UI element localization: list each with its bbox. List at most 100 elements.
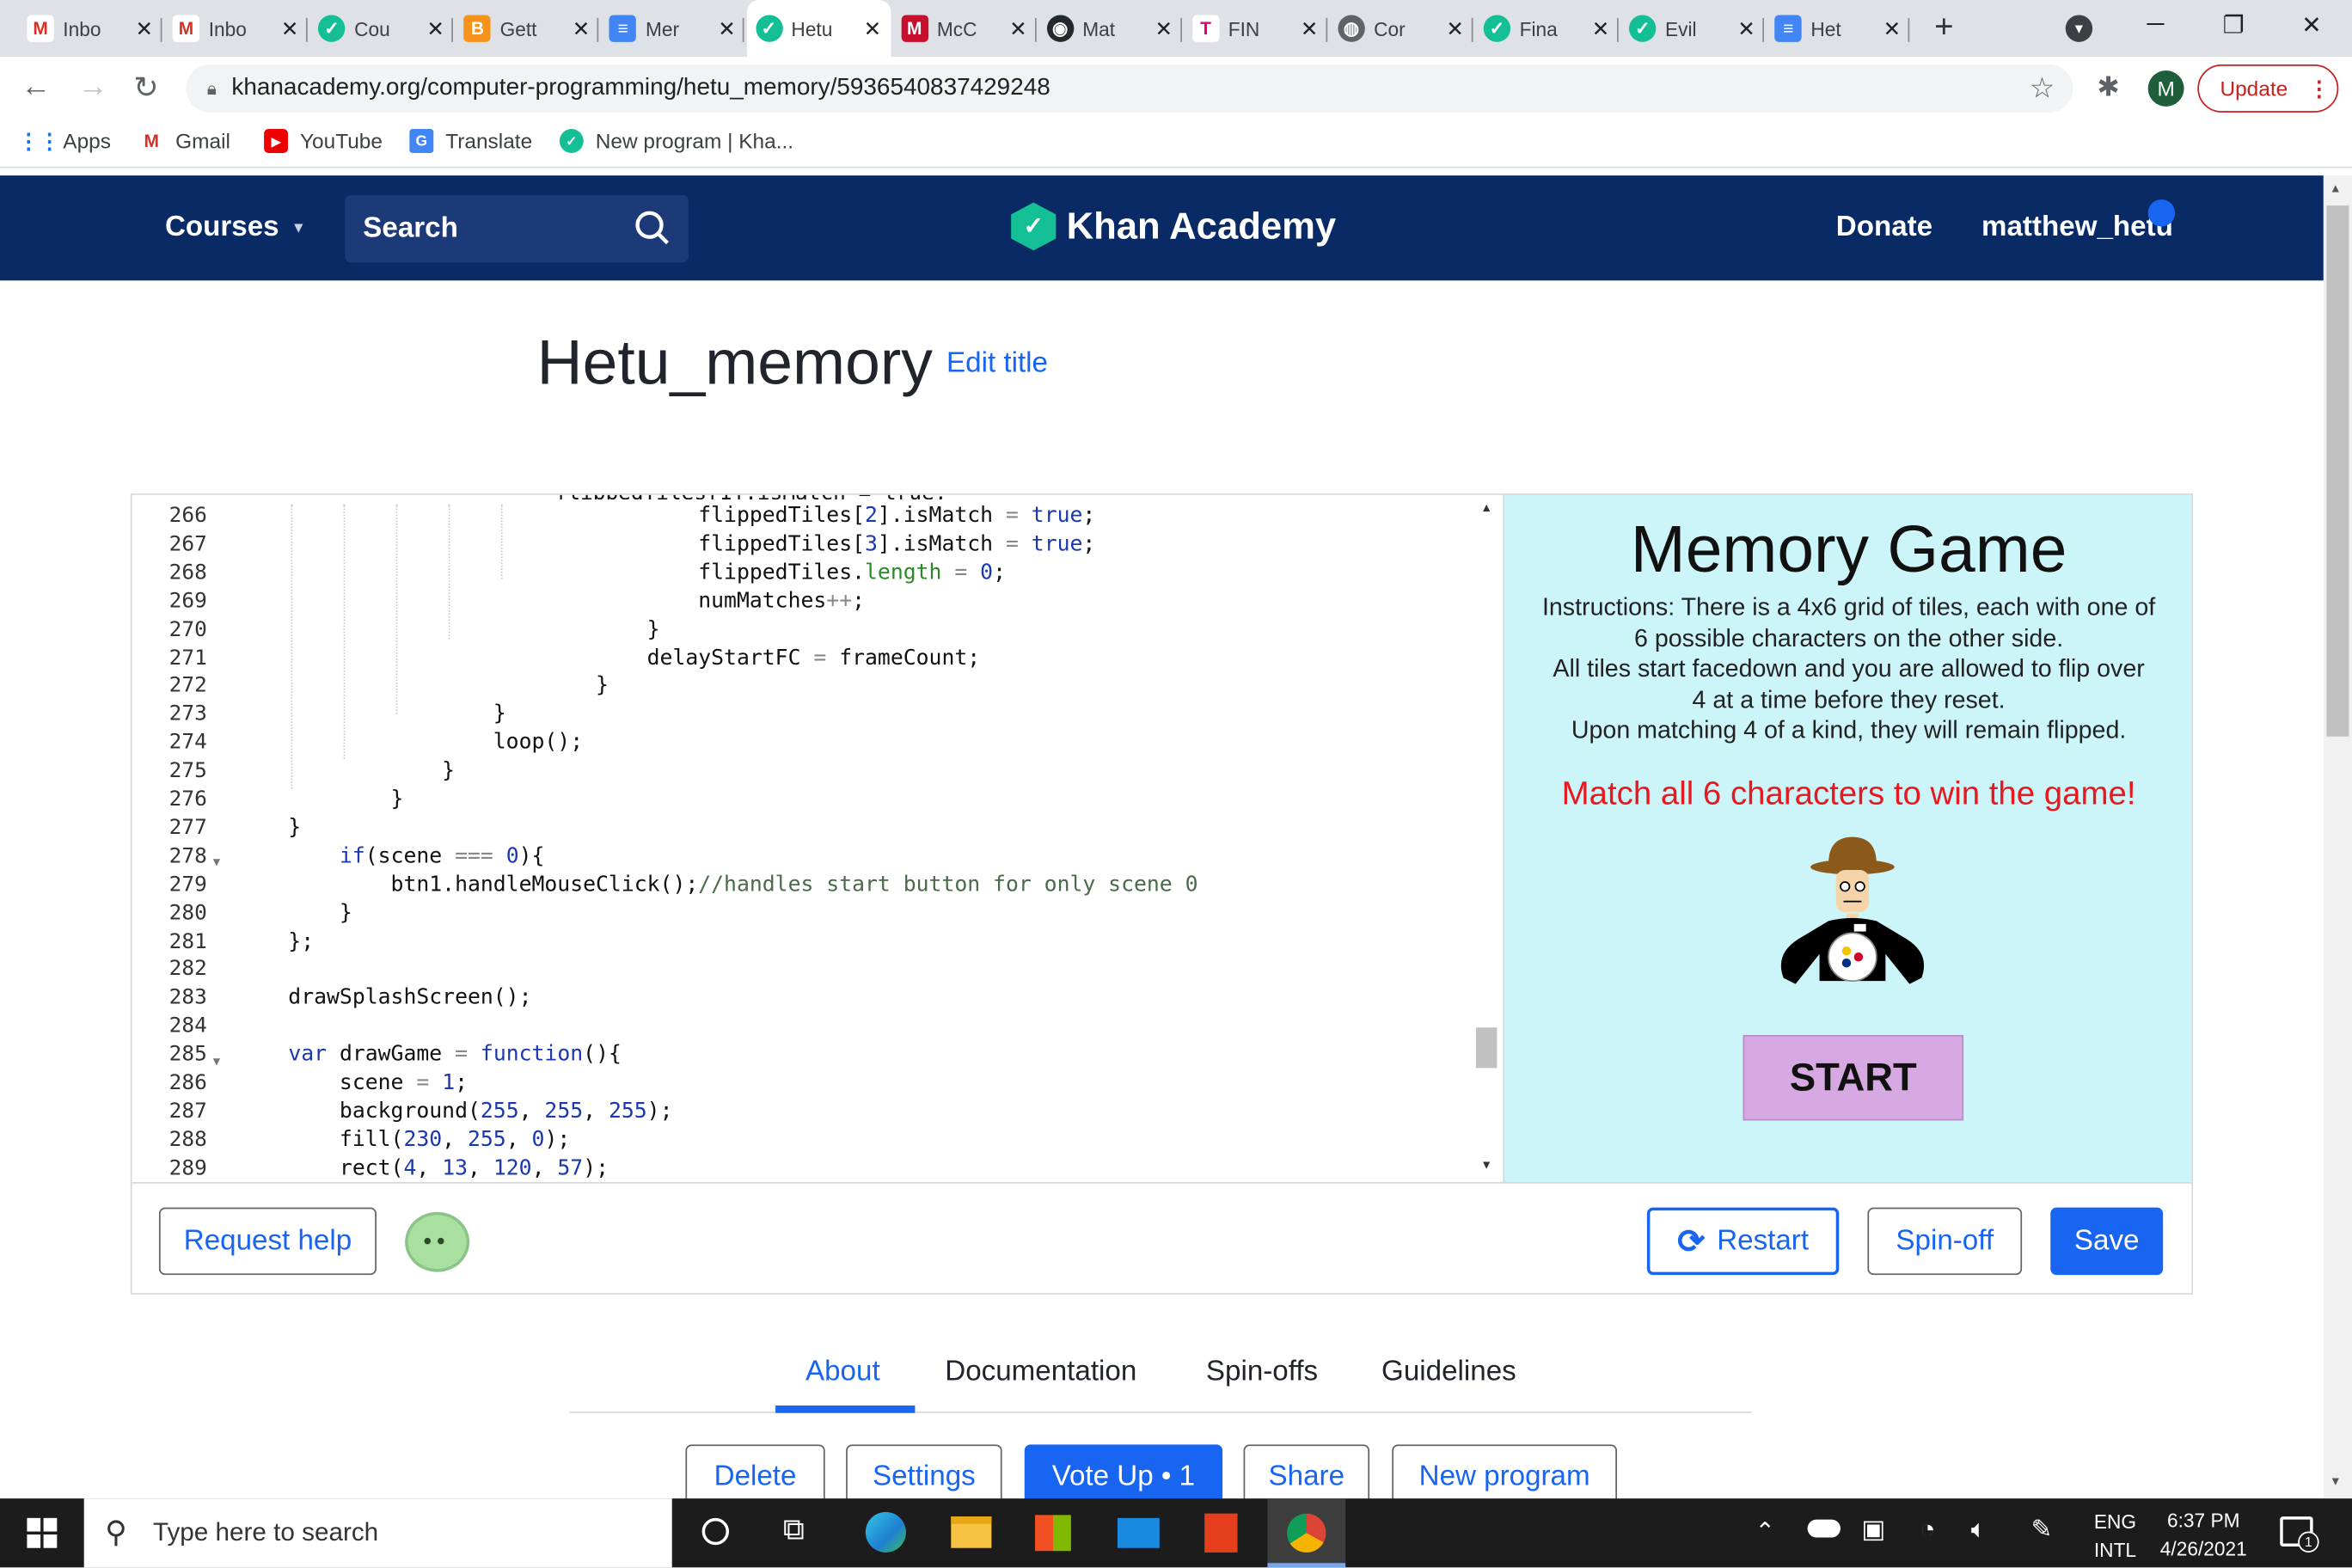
volume-icon[interactable]: 🔈︎ xyxy=(1971,1515,1987,1545)
bookmark-gmail[interactable]: M Gmail xyxy=(139,129,230,153)
code-line[interactable]: flippedTiles[2].isMatch = true; xyxy=(237,504,1095,528)
code-line[interactable]: flippedTiles[3].isMatch = true; xyxy=(237,532,1095,556)
code-line[interactable]: } xyxy=(237,674,609,698)
tab-search-icon[interactable]: ▼ xyxy=(2065,15,2093,42)
code-line[interactable]: if(scene === 0){ xyxy=(237,844,545,868)
close-tab-icon[interactable]: ✕ xyxy=(426,15,444,41)
new-tab-button[interactable]: + xyxy=(1926,8,1962,46)
address-bar[interactable]: 🔒︎ khanacademy.org/computer-programming/… xyxy=(186,64,2073,113)
close-tab-icon[interactable]: ✕ xyxy=(281,15,298,41)
close-tab-icon[interactable]: ✕ xyxy=(1301,15,1318,41)
code-line[interactable]: var drawGame = function(){ xyxy=(237,1043,622,1067)
network-status-icon[interactable]: ▣ xyxy=(1861,1515,1885,1545)
notification-center-icon[interactable]: 1 xyxy=(2280,1516,2319,1553)
scroll-down-icon[interactable]: ▼ xyxy=(2330,1474,2342,1488)
close-tab-icon[interactable]: ✕ xyxy=(1446,15,1463,41)
store-icon[interactable] xyxy=(1034,1515,1071,1552)
editor-scrollbar[interactable]: ▲ ▼ xyxy=(1473,494,1500,1182)
browser-tab[interactable]: ◍ Cor ✕ xyxy=(1329,6,1473,51)
tab-documentation[interactable]: Documentation xyxy=(945,1356,1136,1388)
fold-marker-285[interactable]: ▼ xyxy=(213,1055,220,1069)
editor-scroll-down-icon[interactable]: ▼ xyxy=(1480,1158,1492,1172)
profile-avatar[interactable]: M xyxy=(2147,70,2184,107)
minimize-button[interactable]: ─ xyxy=(2121,0,2190,51)
program-canvas[interactable]: Memory Game Instructions: There is a 4x6… xyxy=(1503,494,2192,1182)
close-tab-icon[interactable]: ✕ xyxy=(1009,15,1026,41)
edit-title-link[interactable]: Edit title xyxy=(946,348,1048,381)
close-tab-icon[interactable]: ✕ xyxy=(864,15,881,41)
browser-tab[interactable]: M Inbo ✕ xyxy=(163,6,308,51)
onedrive-icon[interactable] xyxy=(1807,1519,1841,1538)
browser-tab[interactable]: ◉ Mat ✕ xyxy=(1038,6,1182,51)
code-editor[interactable]: flippedTiles[1].isMatch = true; ▼ ▼ 266 … xyxy=(132,494,1504,1182)
tray-chevron-icon[interactable]: ⌃ xyxy=(1755,1516,1775,1547)
browser-tab[interactable]: M McC ✕ xyxy=(892,6,1037,51)
editor-scroll-thumb[interactable] xyxy=(1475,1027,1498,1069)
back-icon[interactable]: ← xyxy=(21,70,51,105)
code-line[interactable]: fill(230, 255, 0); xyxy=(237,1128,570,1152)
fold-marker-278[interactable]: ▼ xyxy=(213,855,220,869)
bookmark-new-program[interactable]: ✓ New program | Kha... xyxy=(559,129,793,153)
chrome-taskbar-button[interactable] xyxy=(1267,1498,1346,1568)
task-view-icon[interactable]: ⧉ xyxy=(783,1514,805,1548)
bookmark-star-icon[interactable]: ☆ xyxy=(2030,72,2055,107)
spinoff-button[interactable]: Spin-off xyxy=(1867,1207,2023,1276)
save-button[interactable]: Save xyxy=(2050,1207,2164,1276)
code-line[interactable]: } xyxy=(237,759,455,783)
pen-icon[interactable]: ✎ xyxy=(2031,1515,2053,1545)
khan-logo[interactable]: ✓ Khan Academy xyxy=(1011,202,1336,251)
browser-tab[interactable]: ≡ Mer ✕ xyxy=(601,6,745,51)
editor-scroll-up-icon[interactable]: ▲ xyxy=(1480,501,1492,515)
close-tab-icon[interactable]: ✕ xyxy=(1592,15,1609,41)
code-line[interactable]: flippedTiles.length = 0; xyxy=(237,560,1006,585)
code-line[interactable]: background(255, 255, 255); xyxy=(237,1099,673,1124)
wifi-icon[interactable]: ◔ xyxy=(1920,1515,1935,1545)
courses-menu[interactable]: Courses ▼ xyxy=(165,211,306,244)
request-help-button[interactable]: Request help xyxy=(158,1207,377,1276)
close-tab-icon[interactable]: ✕ xyxy=(136,15,153,41)
mail-icon[interactable] xyxy=(1117,1517,1160,1548)
bookmark-youtube[interactable]: ▶ YouTube xyxy=(264,129,383,153)
update-button[interactable]: Update ⋮ xyxy=(2197,64,2339,113)
forward-icon[interactable]: → xyxy=(78,70,108,105)
code-line[interactable]: loop(); xyxy=(237,731,583,755)
reload-icon[interactable]: ↻ xyxy=(133,69,158,107)
bookmark-translate[interactable]: G Translate xyxy=(409,129,532,153)
restore-button[interactable]: ❐ xyxy=(2199,0,2268,51)
avatar[interactable]: ● ● xyxy=(405,1211,470,1272)
cortana-icon[interactable] xyxy=(701,1517,730,1546)
close-tab-icon[interactable]: ✕ xyxy=(1737,15,1755,41)
restart-button[interactable]: ⟳ Restart xyxy=(1646,1207,1840,1276)
extensions-icon[interactable]: ✱ xyxy=(2097,72,2119,104)
file-explorer-icon[interactable] xyxy=(951,1516,992,1548)
close-tab-icon[interactable]: ✕ xyxy=(573,15,590,41)
clock[interactable]: 6:37 PM 4/26/2021 xyxy=(2157,1506,2250,1563)
close-tab-icon[interactable]: ✕ xyxy=(1883,15,1901,41)
browser-tab[interactable]: ✓ Fina ✕ xyxy=(1474,6,1619,51)
tab-about[interactable]: About xyxy=(805,1356,880,1388)
code-line[interactable]: scene = 1; xyxy=(237,1071,468,1095)
page-scrollbar[interactable]: ▲ ▼ xyxy=(2323,175,2352,1499)
code-line[interactable]: delayStartFC = frameCount; xyxy=(237,646,981,670)
search-input[interactable]: Search xyxy=(345,194,689,263)
browser-tab[interactable]: ✓ Evil ✕ xyxy=(1620,6,1765,51)
browser-tab[interactable]: B Gett ✕ xyxy=(455,6,599,51)
edge-icon[interactable] xyxy=(865,1511,906,1553)
code-line[interactable]: } xyxy=(237,702,506,726)
close-tab-icon[interactable]: ✕ xyxy=(718,15,735,41)
browser-tab[interactable]: T FIN ✕ xyxy=(1183,6,1327,51)
code-line[interactable]: } xyxy=(237,816,301,840)
code-line[interactable]: rect(4, 13, 120, 57); xyxy=(237,1156,609,1180)
page-scroll-thumb[interactable] xyxy=(2326,205,2349,737)
windows-start-icon[interactable] xyxy=(27,1517,58,1548)
code-line[interactable]: } xyxy=(237,787,404,812)
office-icon[interactable] xyxy=(1204,1513,1238,1553)
browser-tab[interactable]: ≡ Het ✕ xyxy=(1766,6,1910,51)
taskbar-search-input[interactable]: ⚲ Type here to search xyxy=(83,1498,672,1568)
close-tab-icon[interactable]: ✕ xyxy=(1155,15,1172,41)
language-indicator[interactable]: ENG INTL xyxy=(2094,1508,2136,1565)
code-line[interactable]: numMatches++; xyxy=(237,589,865,613)
bookmark-apps[interactable]: ⋮⋮ Apps xyxy=(18,128,111,153)
browser-tab[interactable]: ✓ Cou ✕ xyxy=(309,6,454,51)
browser-tab[interactable]: ✓ Hetu ✕ xyxy=(746,0,891,58)
